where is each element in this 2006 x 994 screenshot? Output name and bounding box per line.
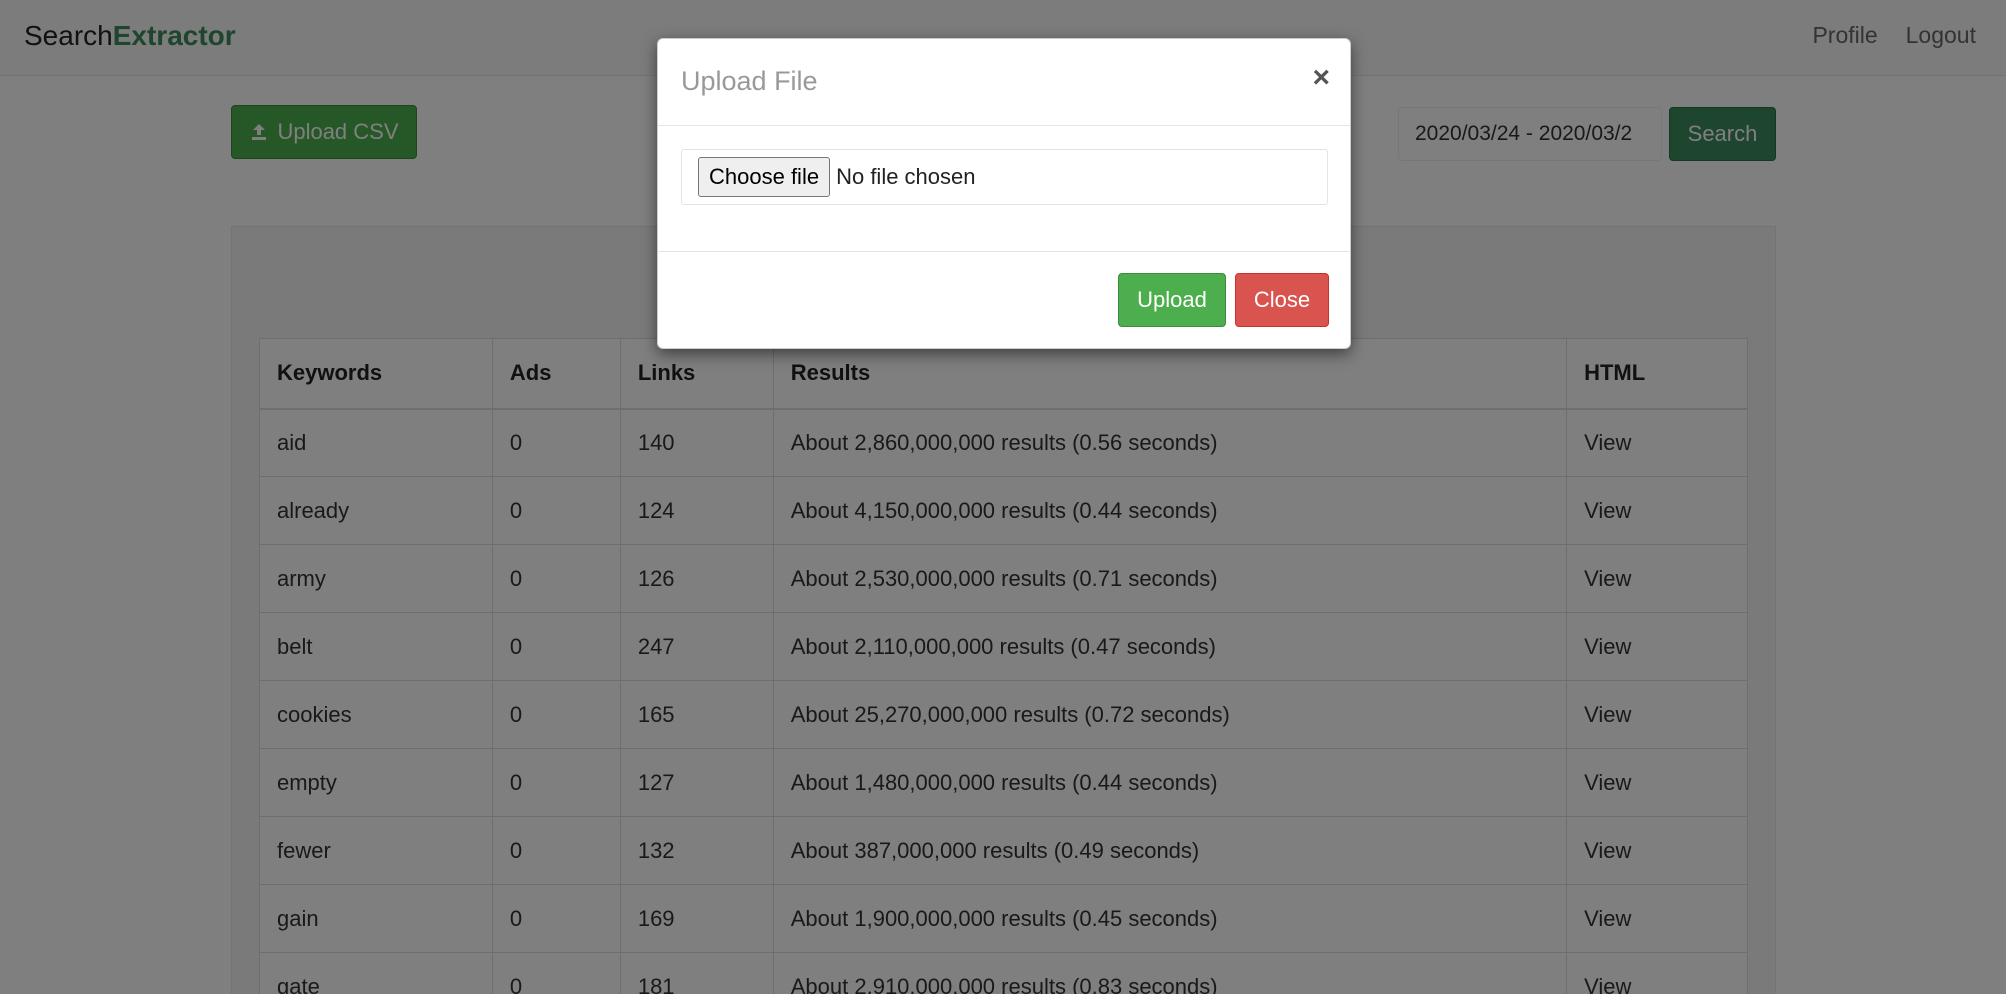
close-button[interactable]: Close [1235, 273, 1329, 327]
file-input[interactable]: Choose file No file chosen [681, 149, 1328, 205]
close-icon[interactable]: × [1312, 63, 1330, 93]
file-status: No file chosen [836, 164, 976, 189]
upload-file-modal: Upload File × Choose file No file chosen… [657, 38, 1351, 349]
modal-title: Upload File [681, 66, 818, 96]
upload-button[interactable]: Upload [1118, 273, 1226, 327]
choose-file-button[interactable]: Choose file [698, 157, 831, 197]
modal-header: Upload File × [658, 39, 1350, 126]
